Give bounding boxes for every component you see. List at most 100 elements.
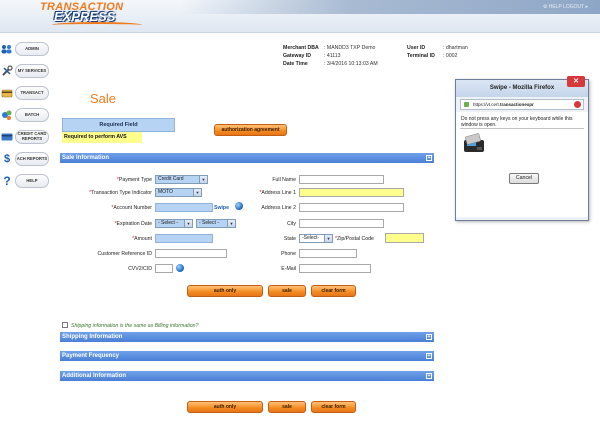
city-label: City bbox=[287, 221, 296, 227]
cvv-input[interactable] bbox=[155, 264, 173, 273]
nav-item-help[interactable]: ? HELP bbox=[0, 172, 50, 190]
left-navigation: ADMIN MY SERVICES TRANSACT BATCH CREDIT … bbox=[0, 40, 50, 194]
people-icon bbox=[1, 43, 13, 55]
auth-only-button-bottom[interactable]: auth only bbox=[187, 401, 263, 413]
popup-divider bbox=[460, 128, 584, 129]
expiration-date-label: *Expiration Date bbox=[114, 221, 153, 227]
header-links[interactable]: ⚙ HELP LOGOUT ▸ bbox=[543, 4, 588, 10]
full-name-label: Full Name bbox=[272, 177, 296, 183]
card-reader-icon bbox=[462, 132, 488, 156]
address-line-1-input[interactable] bbox=[299, 188, 404, 197]
expand-icon[interactable]: + bbox=[426, 353, 432, 359]
full-name-input[interactable] bbox=[299, 175, 384, 184]
state-label: State bbox=[283, 236, 296, 242]
customer-reference-input[interactable] bbox=[155, 249, 227, 258]
header-banner bbox=[180, 0, 600, 14]
popup-url-prefix: https://vt.cert. bbox=[473, 102, 501, 107]
state-select[interactable]: -Select- ▼ bbox=[299, 234, 333, 243]
swipe-link[interactable]: Swipe bbox=[214, 205, 229, 211]
phone-label: Phone bbox=[280, 251, 296, 257]
payment-type-select[interactable]: Credit Card ▼ bbox=[155, 175, 208, 184]
sale-information-header[interactable]: Sale Information + bbox=[60, 153, 434, 163]
chevron-down-icon: ▼ bbox=[184, 220, 192, 227]
sale-button-bottom[interactable]: sale bbox=[268, 401, 306, 413]
account-number-input[interactable] bbox=[155, 203, 213, 212]
nav-label-help: HELP bbox=[15, 174, 49, 188]
nav-item-ach-reports[interactable]: $ ACH REPORTS bbox=[0, 150, 50, 168]
nav-item-my-services[interactable]: MY SERVICES bbox=[0, 62, 50, 80]
popup-cancel-button[interactable]: Cancel bbox=[509, 173, 539, 184]
date-time-value: : 3/4/2016 10:13:03 AM bbox=[324, 61, 378, 67]
popup-url-bar[interactable]: https://vt.cert.transactionexpr bbox=[460, 99, 584, 110]
shipping-information-title: Shipping Information bbox=[62, 334, 123, 340]
shipping-information-header[interactable]: Shipping Information + bbox=[60, 332, 434, 342]
city-input[interactable] bbox=[299, 219, 384, 228]
address-line-2-label: Address Line 2 bbox=[261, 205, 296, 211]
gateway-id-label: Gateway ID bbox=[283, 53, 311, 59]
payment-frequency-title: Payment Frequency bbox=[62, 353, 120, 359]
sale-button[interactable]: sale bbox=[268, 285, 306, 297]
same-as-billing-checkbox[interactable] bbox=[62, 322, 68, 328]
chevron-down-icon: ▼ bbox=[324, 235, 332, 242]
amount-input[interactable] bbox=[155, 234, 213, 243]
expand-icon[interactable]: + bbox=[426, 373, 432, 379]
card-icon bbox=[1, 131, 13, 143]
logo-swoosh bbox=[52, 22, 142, 28]
transaction-type-select[interactable]: MOTO ▼ bbox=[155, 188, 202, 197]
app-header: TRANSACTION EXPRESS ⚙ HELP LOGOUT ▸ bbox=[0, 0, 600, 33]
close-icon[interactable]: ✕ bbox=[567, 76, 585, 87]
nav-item-credit-card-reports[interactable]: CREDIT CARD REPORTS bbox=[0, 128, 50, 146]
dollar-icon: $ bbox=[3, 153, 11, 165]
terminal-id-label: Terminal ID bbox=[407, 53, 435, 59]
nav-label-my-services: MY SERVICES bbox=[15, 64, 49, 78]
date-time-label: Date Time bbox=[283, 61, 308, 67]
authorization-agreement-button[interactable]: authorization agreement bbox=[214, 124, 287, 136]
nav-label-batch: BATCH bbox=[15, 108, 49, 122]
merchant-dba-value: : MANDD3 TXP Demo bbox=[324, 45, 376, 51]
address-line-2-input[interactable] bbox=[299, 203, 404, 212]
clear-form-button-bottom[interactable]: clear form bbox=[311, 401, 356, 413]
nav-item-transact[interactable]: TRANSACT bbox=[0, 84, 50, 102]
required-avs-legend: Required to perform AVS bbox=[62, 132, 142, 143]
nav-label-credit-card-reports: CREDIT CARD REPORTS bbox=[15, 130, 49, 144]
question-icon: ? bbox=[3, 174, 11, 188]
required-field-legend: Required Field bbox=[62, 118, 175, 132]
chevron-down-icon: ▼ bbox=[193, 189, 201, 196]
swipe-popup-window: Swipe - Mozilla Firefox ✕ https://vt.cer… bbox=[455, 76, 589, 221]
expand-icon[interactable]: + bbox=[426, 155, 432, 161]
popup-url-host: transactionexpr bbox=[500, 102, 534, 107]
terminal-id-value: : 0002 bbox=[443, 53, 458, 59]
popup-message: Do not press any keys on your keyboard w… bbox=[461, 116, 573, 128]
cvv-help-globe-icon[interactable] bbox=[176, 264, 184, 272]
email-input[interactable] bbox=[299, 264, 371, 273]
chevron-down-icon: ▼ bbox=[199, 176, 207, 183]
nav-item-admin[interactable]: ADMIN bbox=[0, 40, 50, 58]
amount-label: *Amount bbox=[132, 236, 152, 242]
customer-reference-label: Customer Reference ID bbox=[97, 251, 153, 257]
additional-information-header[interactable]: Additional Information + bbox=[60, 371, 434, 381]
zip-input[interactable] bbox=[385, 233, 424, 243]
phone-input[interactable] bbox=[299, 249, 357, 258]
email-label: E-Mail bbox=[281, 266, 296, 272]
same-as-billing-label: Shipping information is the same as Bill… bbox=[71, 323, 199, 329]
expiration-year-select[interactable]: - Select - ▼ bbox=[196, 219, 236, 228]
addon-badge-icon[interactable] bbox=[574, 101, 581, 108]
nav-item-batch[interactable]: BATCH bbox=[0, 106, 50, 124]
clear-form-button[interactable]: clear form bbox=[311, 285, 356, 297]
merchant-dba-label: Merchant DBA bbox=[283, 45, 319, 51]
payment-frequency-header[interactable]: Payment Frequency + bbox=[60, 351, 434, 361]
transact-icon bbox=[1, 87, 13, 99]
auth-only-button[interactable]: auth only bbox=[187, 285, 263, 297]
cvv-label: CVV2/CID bbox=[128, 266, 152, 272]
additional-information-title: Additional Information bbox=[62, 373, 126, 379]
chevron-down-icon: ▼ bbox=[227, 220, 235, 227]
popup-title: Swipe - Mozilla Firefox bbox=[489, 85, 555, 91]
nav-label-transact: TRANSACT bbox=[15, 86, 49, 100]
expiration-month-select[interactable]: - Select - ▼ bbox=[155, 219, 193, 228]
logo-line2: EXPRESS bbox=[54, 9, 116, 24]
transaction-type-label: *Transaction Type Indicator bbox=[89, 190, 152, 196]
expand-icon[interactable]: + bbox=[426, 334, 432, 340]
user-id-value: : dhartman bbox=[443, 45, 468, 51]
transaction-express-logo[interactable]: TRANSACTION EXPRESS bbox=[40, 2, 123, 24]
payment-type-label: *Payment Type bbox=[116, 177, 152, 183]
